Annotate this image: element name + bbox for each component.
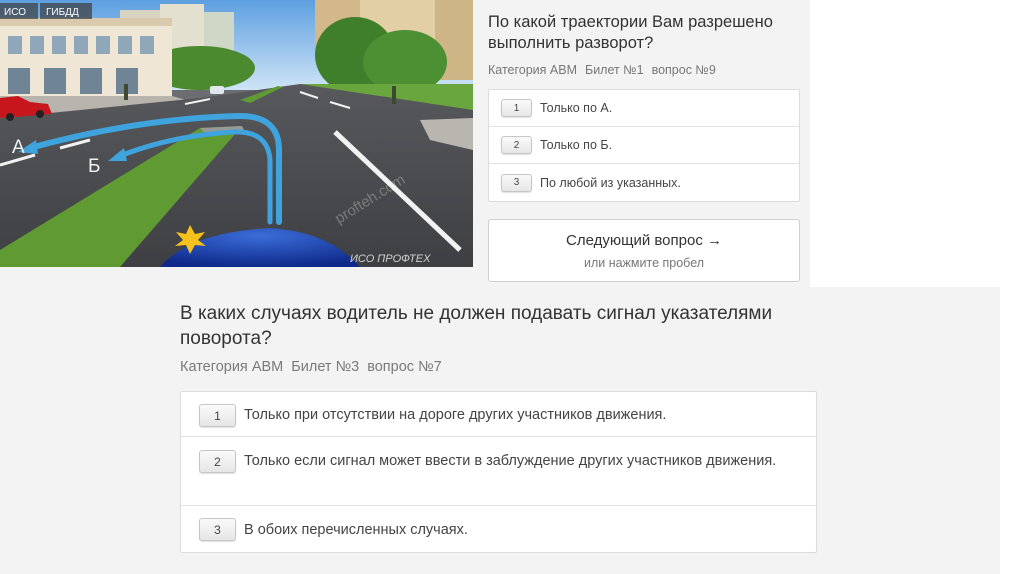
meta-category: Категория ABM xyxy=(488,63,577,77)
answer-text: Только по А. xyxy=(540,101,613,115)
question-title: В каких случаях водитель не должен подав… xyxy=(180,303,773,349)
label-a: А xyxy=(12,137,25,158)
watermark: ИСО ПРОФТЕХ xyxy=(350,253,431,265)
question-card-2: В каких случаях водитель не должен подав… xyxy=(0,287,1000,574)
answer-option-1[interactable]: 1 Только по А. xyxy=(489,90,799,127)
answer-number-button[interactable]: 3 xyxy=(501,173,532,192)
question-title: По какой траектории Вам разрешено выполн… xyxy=(488,13,773,52)
answer-number-button[interactable]: 1 xyxy=(501,99,532,117)
meta-category: Категория ABM xyxy=(180,359,284,375)
answer-number-button[interactable]: 3 xyxy=(199,518,236,541)
answer-text: Только если сигнал может ввести в заблуж… xyxy=(244,453,777,469)
question-card-1: А Б profteh.com ИСО ПРОФТЕХ ИСО ГИБДД По… xyxy=(0,0,810,288)
answers-list: 1 Только по А. 2 Только по Б. 3 По любой… xyxy=(488,89,800,202)
answer-option-3[interactable]: 3 По любой из указанных. xyxy=(489,164,799,201)
next-question-hint: или нажмите пробел xyxy=(583,256,705,270)
meta-question: вопрос №7 xyxy=(367,359,442,375)
answers-list: 1 Только при отсутствии на дороге других… xyxy=(180,391,817,553)
answer-number-button[interactable]: 1 xyxy=(199,404,236,427)
svg-text:ИСО: ИСО xyxy=(4,7,26,18)
question-meta: Категория ABM Билет №3 вопрос №7 xyxy=(180,359,442,375)
answer-option-1[interactable]: 1 Только при отсутствии на дороге других… xyxy=(181,392,816,437)
label-b: Б xyxy=(88,156,100,177)
answer-option-2[interactable]: 2 Только если сигнал может ввести в забл… xyxy=(181,437,816,506)
svg-text:ГИБДД: ГИБДД xyxy=(46,7,79,18)
question-meta: Категория ABM Билет №1 вопрос №9 xyxy=(488,63,716,77)
answer-text: Только при отсутствии на дороге других у… xyxy=(244,407,667,423)
question-image: А Б profteh.com ИСО ПРОФТЕХ ИСО ГИБДД xyxy=(0,0,473,267)
answer-number-button[interactable]: 2 xyxy=(501,136,532,154)
car-far xyxy=(210,86,224,94)
meta-ticket: Билет №3 xyxy=(291,359,360,375)
next-question-button[interactable]: Следующий вопрос → или нажмите пробел xyxy=(488,219,800,282)
meta-ticket: Билет №1 xyxy=(585,63,644,77)
answer-option-2[interactable]: 2 Только по Б. xyxy=(489,127,799,164)
answer-number-button[interactable]: 2 xyxy=(199,450,236,473)
meta-question: вопрос №9 xyxy=(651,63,716,77)
answer-text: В обоих перечисленных случаях. xyxy=(244,522,468,538)
answer-option-3[interactable]: 3 В обоих перечисленных случаях. xyxy=(181,506,816,552)
next-question-label: Следующий вопрос → xyxy=(566,232,722,249)
answer-text: Только по Б. xyxy=(540,138,613,152)
answer-text: По любой из указанных. xyxy=(540,175,681,190)
